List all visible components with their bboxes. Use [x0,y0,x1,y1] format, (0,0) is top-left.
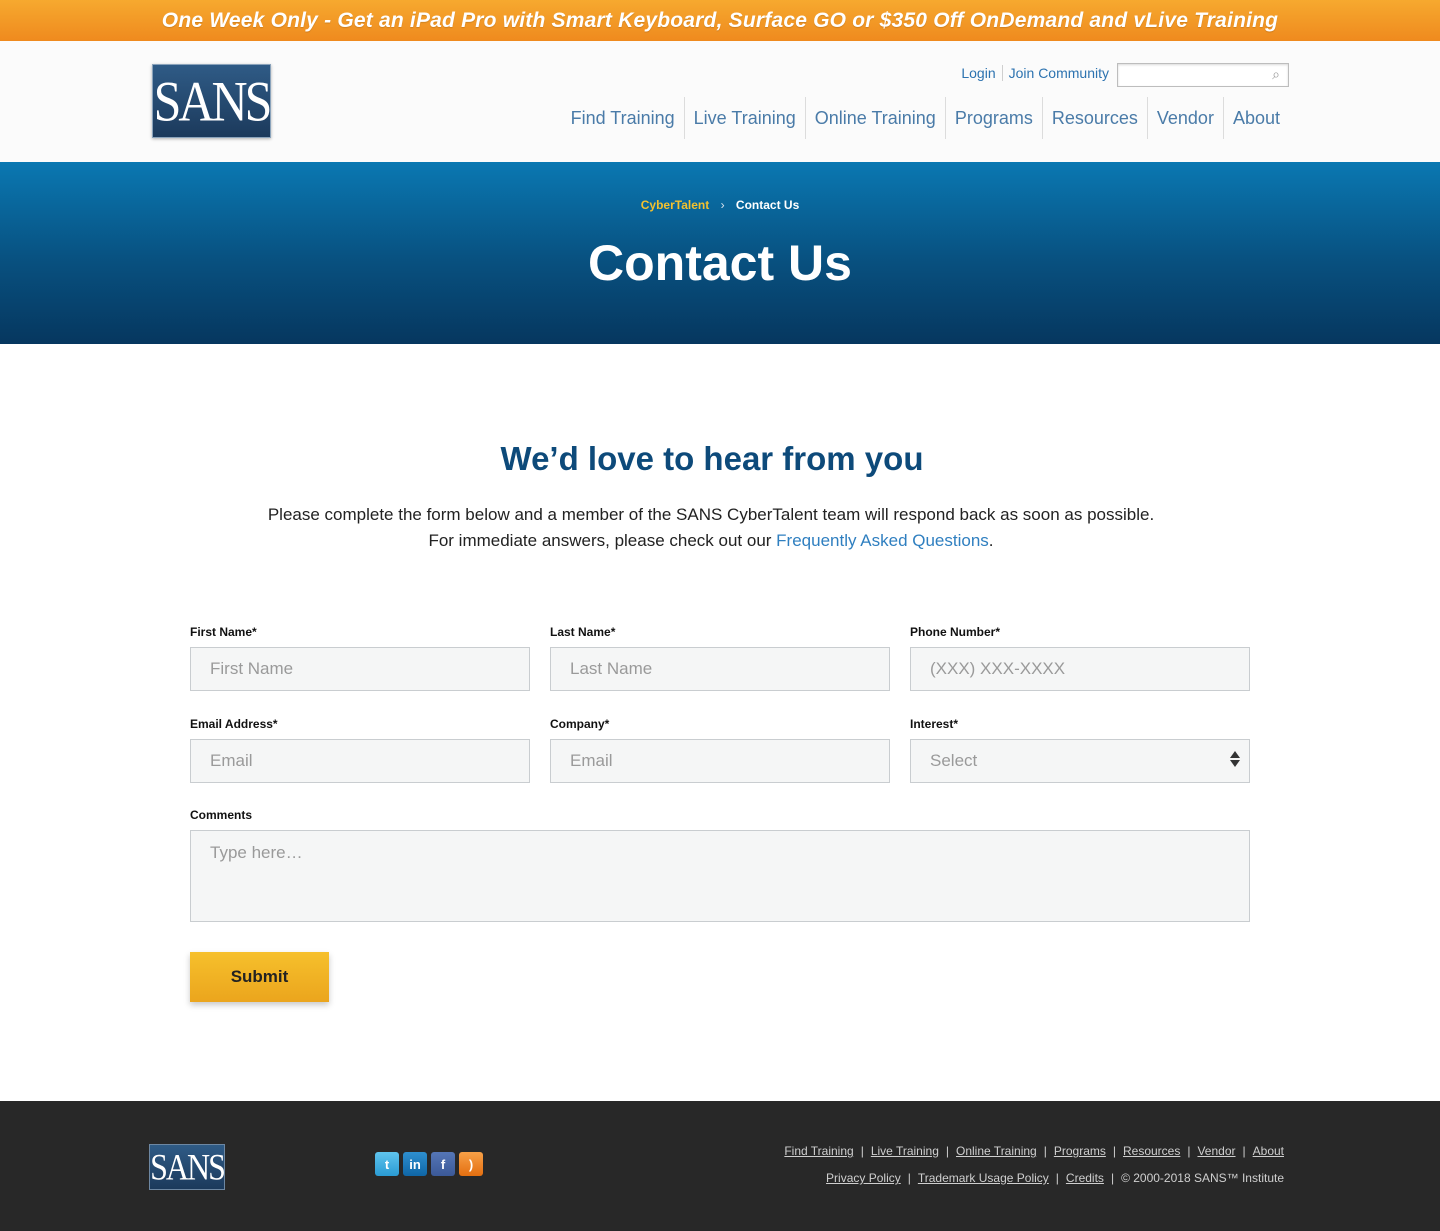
first-name-field[interactable] [190,647,530,691]
footer-divider: | [860,1144,864,1158]
interest-select-value[interactable]: Select [911,740,1249,782]
nav-live-training[interactable]: Live Training [683,97,805,139]
footer-divider: | [1242,1144,1246,1158]
company-label: Company* [550,717,610,731]
promo-banner[interactable]: One Week Only - Get an iPad Pro with Sma… [0,0,1440,41]
footer-sans-logo[interactable]: SANS [149,1144,226,1190]
nav-programs[interactable]: Programs [944,97,1042,139]
breadcrumb-cybertalent[interactable]: CyberTalent [641,198,709,212]
login-link[interactable]: Login [961,65,995,81]
footer-divider: | [1110,1171,1115,1185]
intro-line-2-suffix: . [988,531,994,550]
hero-banner: CyberTalent › Contact Us Contact Us [0,162,1440,344]
footer-divider: | [1112,1144,1116,1158]
comments-label: Comments [190,808,253,822]
footer-copyright: © 2000-2018 SANS™ Institute [1121,1171,1284,1185]
comments-textarea[interactable] [191,831,1249,921]
faq-link[interactable]: Frequently Asked Questions [776,531,989,550]
join-community-link[interactable]: Join Community [1009,65,1109,81]
last-name-label: Last Name* [550,625,616,639]
footer-about[interactable]: About [1253,1144,1284,1158]
intro-line-2: For immediate answers, please check out … [0,528,1422,554]
intro-heading: We’d love to hear from you [500,440,924,477]
logo-text: SANS [153,68,273,134]
first-name-input[interactable] [191,648,529,690]
nav-find-training[interactable]: Find Training [562,97,684,139]
email-field[interactable] [190,739,530,783]
footer-programs[interactable]: Programs [1054,1144,1106,1158]
page-title: Contact Us [588,235,852,291]
intro-line-2-prefix: For immediate answers, please check out … [428,531,777,550]
footer-divider: | [1043,1144,1047,1158]
footer-divider: | [1055,1171,1059,1185]
twitter-icon[interactable]: t [375,1152,399,1176]
intro-line-1: Please complete the form below and a mem… [267,505,1155,524]
social-links: t in f ) [375,1152,483,1176]
footer-divider: | [907,1171,911,1185]
submit-button[interactable]: Submit [190,952,329,1002]
phone-label: Phone Number* [910,625,1001,639]
footer-live-training[interactable]: Live Training [871,1144,939,1158]
nav-about[interactable]: About [1222,97,1289,139]
nav-resources[interactable]: Resources [1041,97,1147,139]
comments-field[interactable] [190,830,1250,922]
linkedin-icon[interactable]: in [403,1152,427,1176]
footer-divider: | [1187,1144,1191,1158]
footer-vendor[interactable]: Vendor [1197,1144,1235,1158]
search-input[interactable]: ⌕ [1117,63,1289,87]
footer-resources[interactable]: Resources [1123,1144,1180,1158]
nav-vendor[interactable]: Vendor [1146,97,1223,139]
company-field[interactable] [550,739,890,783]
phone-input[interactable] [911,648,1249,690]
breadcrumb-current: Contact Us [735,198,800,212]
promo-text[interactable]: One Week Only - Get an iPad Pro with Sma… [162,9,1278,33]
select-arrows-icon[interactable] [1230,751,1240,767]
footer-divider: | [945,1144,949,1158]
footer-nav: Find Training | Live Training | Online Tra… [784,1144,1284,1158]
search-icon[interactable]: ⌕ [1272,66,1280,83]
sans-logo[interactable]: SANS [152,64,273,138]
footer-online-training[interactable]: Online Training [956,1144,1037,1158]
footer-logo-text: SANS [150,1145,226,1188]
main-nav: Find Training Live Training Online Train… [562,97,1289,139]
breadcrumb-separator: › [720,198,725,212]
arrow-down-icon [1230,760,1240,767]
footer-trademark-policy[interactable]: Trademark Usage Policy [918,1171,1049,1185]
email-label: Email Address* [190,717,278,731]
intro-text: Please complete the form below and a mem… [0,502,1422,554]
footer-credits[interactable]: Credits [1066,1171,1104,1185]
site-footer: SANS t in f ) Find Training | Live Traini… [0,1101,1440,1231]
utility-divider [1001,65,1003,81]
utility-links: Login Join Community [961,65,1109,81]
footer-legal: Privacy Policy | Trademark Usage Policy | … [826,1171,1284,1185]
facebook-icon[interactable]: f [431,1152,455,1176]
arrow-up-icon [1230,751,1240,758]
footer-privacy-policy[interactable]: Privacy Policy [826,1171,901,1185]
site-header: SANS Login Join Community ⌕ Find Trainin… [0,41,1440,162]
interest-select[interactable]: Select [910,739,1250,783]
phone-field[interactable] [910,647,1250,691]
breadcrumb: CyberTalent › Contact Us [0,198,1440,212]
email-input[interactable] [191,740,529,782]
rss-icon[interactable]: ) [459,1152,483,1176]
company-input[interactable] [551,740,889,782]
interest-label: Interest* [910,717,959,731]
nav-online-training[interactable]: Online Training [804,97,945,139]
footer-find-training[interactable]: Find Training [784,1144,853,1158]
last-name-input[interactable] [551,648,889,690]
last-name-field[interactable] [550,647,890,691]
first-name-label: First Name* [190,625,257,639]
